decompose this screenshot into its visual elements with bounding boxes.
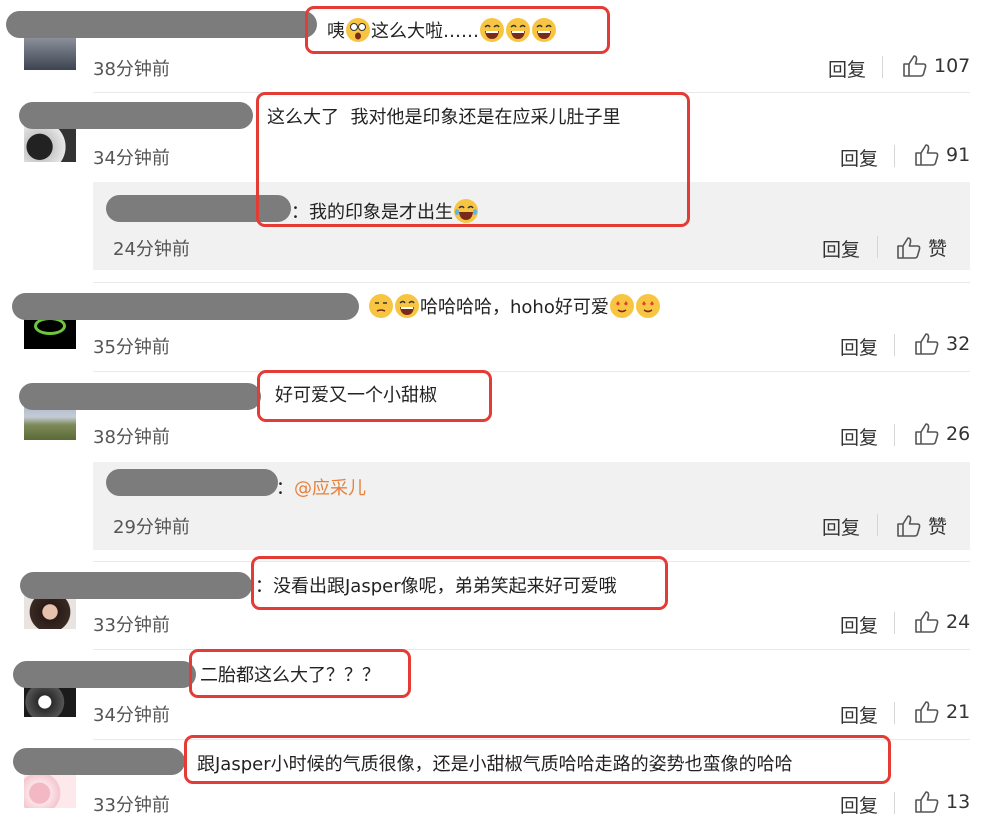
- reply-text: ：@应采儿: [276, 478, 366, 499]
- like-count: 24: [946, 611, 971, 633]
- like-count: 26: [946, 423, 971, 445]
- divider: [894, 145, 895, 167]
- pondering-face-icon: [369, 294, 393, 318]
- avatar[interactable]: [24, 38, 76, 70]
- username-redacted[interactable]: [6, 11, 317, 38]
- like-button[interactable]: 24: [914, 610, 970, 634]
- like-label: 赞: [928, 238, 948, 260]
- heart-eyes-face-icon: [609, 294, 634, 318]
- username-redacted[interactable]: [20, 572, 252, 599]
- divider: [894, 702, 895, 724]
- reply-button[interactable]: 回复: [840, 611, 878, 638]
- like-count: 107: [934, 55, 971, 77]
- avatar[interactable]: [24, 687, 76, 717]
- avatar[interactable]: [24, 775, 76, 808]
- row-divider: [93, 282, 970, 283]
- comment-time: 34分钟前: [93, 705, 170, 726]
- comment-time: 33分钟前: [93, 615, 170, 636]
- comment-time: 33分钟前: [93, 795, 170, 816]
- like-button[interactable]: 91: [914, 143, 970, 167]
- reply-button[interactable]: 回复: [822, 513, 860, 540]
- thumbs-up-icon: [915, 423, 939, 445]
- username-redacted[interactable]: [19, 102, 253, 129]
- mention-link[interactable]: @应采儿: [294, 478, 366, 499]
- like-count: 32: [946, 333, 971, 355]
- highlight-box: [189, 649, 411, 698]
- row-divider: [93, 371, 970, 372]
- laughing-face-icon: [395, 294, 419, 318]
- like-button[interactable]: 赞: [896, 512, 947, 539]
- heart-eyes-face-icon: [635, 294, 660, 318]
- highlight-box: [184, 735, 891, 784]
- reply-time: 24分钟前: [113, 239, 190, 260]
- thumbs-up-icon: [897, 236, 921, 259]
- reply-button[interactable]: 回复: [828, 55, 866, 82]
- username-redacted[interactable]: [13, 748, 185, 775]
- thumbs-up-icon: [915, 701, 939, 723]
- comment-time: 35分钟前: [93, 337, 170, 358]
- like-button[interactable]: 32: [914, 332, 970, 356]
- thumbs-up-icon: [915, 791, 939, 813]
- comment-text: 哈哈哈哈，hoho好可爱: [368, 293, 661, 320]
- highlight-box: [257, 370, 492, 422]
- username-redacted[interactable]: [19, 383, 261, 410]
- thumbs-up-icon: [915, 611, 939, 633]
- reply-button[interactable]: 回复: [822, 235, 860, 262]
- like-button[interactable]: 赞: [896, 234, 947, 261]
- like-count: 21: [946, 701, 971, 723]
- highlight-box: [251, 556, 668, 610]
- reply-time: 29分钟前: [113, 517, 190, 538]
- highlight-box: [305, 6, 610, 54]
- highlight-box: [256, 92, 690, 227]
- like-button[interactable]: 107: [902, 54, 970, 78]
- reply-button[interactable]: 回复: [840, 144, 878, 171]
- divider: [877, 514, 878, 536]
- username-redacted[interactable]: [12, 293, 359, 320]
- divider: [877, 236, 878, 258]
- reply-button[interactable]: 回复: [840, 701, 878, 728]
- like-count: 13: [946, 791, 971, 813]
- comment-time: 38分钟前: [93, 59, 170, 80]
- like-button[interactable]: 26: [914, 422, 970, 446]
- like-button[interactable]: 13: [914, 790, 970, 814]
- like-label: 赞: [928, 516, 948, 538]
- divider: [894, 792, 895, 814]
- comment-time: 34分钟前: [93, 148, 170, 169]
- username-redacted[interactable]: [13, 661, 196, 688]
- thumbs-up-icon: [915, 333, 939, 355]
- divider: [894, 424, 895, 446]
- thumbs-up-icon: [897, 514, 921, 537]
- divider: [894, 334, 895, 356]
- thumbs-up-icon: [903, 55, 927, 77]
- avatar[interactable]: [24, 124, 76, 162]
- username-redacted[interactable]: [106, 469, 278, 496]
- like-count: 91: [946, 144, 971, 166]
- reply-button[interactable]: 回复: [840, 333, 878, 360]
- divider: [882, 56, 883, 78]
- reply-button[interactable]: 回复: [840, 423, 878, 450]
- reply-button[interactable]: 回复: [840, 791, 878, 818]
- thumbs-up-icon: [915, 144, 939, 166]
- comment-time: 38分钟前: [93, 427, 170, 448]
- divider: [894, 612, 895, 634]
- like-button[interactable]: 21: [914, 700, 970, 724]
